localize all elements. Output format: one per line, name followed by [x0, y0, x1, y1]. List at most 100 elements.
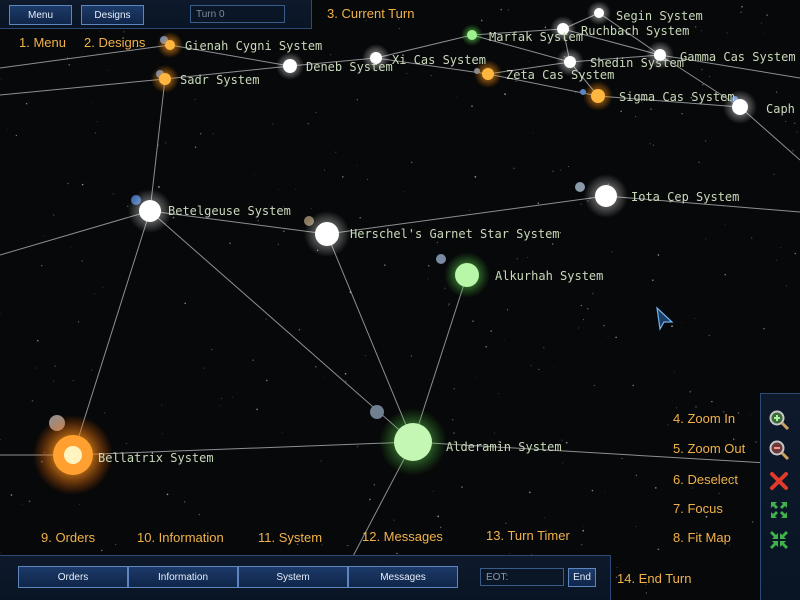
background-star: [126, 205, 129, 208]
system-tab[interactable]: System: [238, 566, 348, 588]
background-star: [100, 31, 101, 32]
background-star: [580, 543, 583, 546]
orders-tab[interactable]: Orders: [18, 566, 128, 588]
background-star: [68, 64, 70, 66]
zoom-out-button[interactable]: [766, 437, 792, 463]
background-star: [252, 359, 254, 361]
background-star: [194, 146, 197, 148]
star-zeta-cas[interactable]: [482, 68, 494, 80]
background-star: [760, 22, 762, 24]
messages-tab[interactable]: Messages: [348, 566, 458, 588]
background-star: [657, 254, 660, 256]
fit-map-icon: [770, 531, 788, 549]
background-star: [772, 173, 775, 176]
end-turn-button[interactable]: End: [568, 568, 596, 587]
background-star: [94, 293, 95, 294]
background-star: [427, 278, 429, 280]
background-star: [708, 335, 709, 336]
background-star: [733, 438, 735, 440]
background-star: [22, 504, 23, 505]
system-label: Xi Cas System: [392, 53, 486, 67]
background-star: [567, 165, 569, 168]
background-star: [436, 241, 439, 244]
system-label: Caph: [766, 102, 795, 116]
planet: [436, 254, 446, 264]
zoom-in-icon: [769, 410, 790, 431]
background-star: [530, 365, 532, 367]
background-star: [592, 292, 594, 295]
background-star: [562, 462, 564, 464]
background-star: [698, 161, 700, 164]
background-star: [560, 169, 562, 171]
designs-button[interactable]: Designs: [81, 5, 144, 25]
background-star: [762, 43, 764, 45]
background-star: [277, 243, 279, 245]
background-star: [437, 515, 440, 518]
system-label: Deneb System: [306, 60, 393, 74]
menu-button[interactable]: Menu: [9, 5, 72, 25]
star-alkurhah[interactable]: [455, 263, 479, 287]
star-marfak[interactable]: [467, 30, 477, 40]
background-star: [61, 243, 63, 245]
background-star: [403, 191, 405, 192]
background-star: [356, 99, 358, 101]
fit-map-button[interactable]: [766, 527, 792, 553]
star-gienah-cygni[interactable]: [165, 40, 175, 50]
background-star: [220, 398, 222, 400]
background-star: [54, 365, 57, 367]
background-star: [229, 242, 231, 244]
background-star: [125, 442, 127, 444]
background-star: [580, 203, 583, 205]
background-star: [77, 321, 80, 323]
star-herschels-garnet[interactable]: [315, 222, 339, 246]
background-star: [705, 140, 707, 142]
focus-button[interactable]: [766, 497, 792, 523]
background-star: [575, 92, 577, 94]
callout-zoom-out: 5. Zoom Out: [673, 441, 746, 456]
background-star: [497, 392, 499, 394]
background-star: [157, 144, 160, 146]
star-betelgeuse[interactable]: [139, 200, 161, 222]
background-star: [396, 552, 398, 555]
background-star: [750, 237, 753, 239]
background-star: [67, 182, 69, 185]
system-label: Marfak System: [489, 30, 583, 44]
background-star: [559, 232, 561, 234]
background-star: [726, 32, 728, 34]
background-star: [312, 117, 313, 118]
star-sadr[interactable]: [159, 73, 171, 85]
background-star: [785, 120, 787, 122]
background-star: [763, 328, 765, 330]
background-star: [649, 142, 652, 145]
callout-deselect: 6. Deselect: [673, 472, 739, 487]
background-star: [792, 149, 794, 152]
zoom-in-button[interactable]: [766, 407, 792, 433]
background-star: [44, 235, 45, 237]
star-alderamin[interactable]: [394, 423, 432, 461]
background-star: [516, 258, 519, 260]
background-star: [786, 285, 788, 287]
background-star: [161, 404, 163, 406]
background-star: [635, 526, 637, 527]
background-star: [112, 193, 114, 195]
star-iota-cep[interactable]: [595, 185, 617, 207]
background-star: [341, 176, 344, 178]
deselect-button[interactable]: [766, 468, 792, 494]
star-sigma-cas[interactable]: [591, 89, 605, 103]
callout-zoom-in: 4. Zoom In: [673, 411, 736, 426]
background-star: [194, 98, 196, 100]
background-star: [583, 319, 584, 321]
background-star: [356, 165, 358, 166]
system-label: Alderamin System: [446, 440, 562, 454]
background-star: [507, 9, 510, 11]
star-deneb[interactable]: [283, 59, 297, 73]
background-star: [620, 110, 622, 113]
background-star: [469, 209, 470, 211]
background-star: [395, 72, 396, 74]
information-tab[interactable]: Information: [128, 566, 238, 588]
background-star: [578, 538, 580, 540]
background-star: [406, 72, 408, 74]
background-star: [95, 132, 97, 134]
star-shedin[interactable]: [564, 56, 576, 68]
star-segin[interactable]: [594, 8, 604, 18]
